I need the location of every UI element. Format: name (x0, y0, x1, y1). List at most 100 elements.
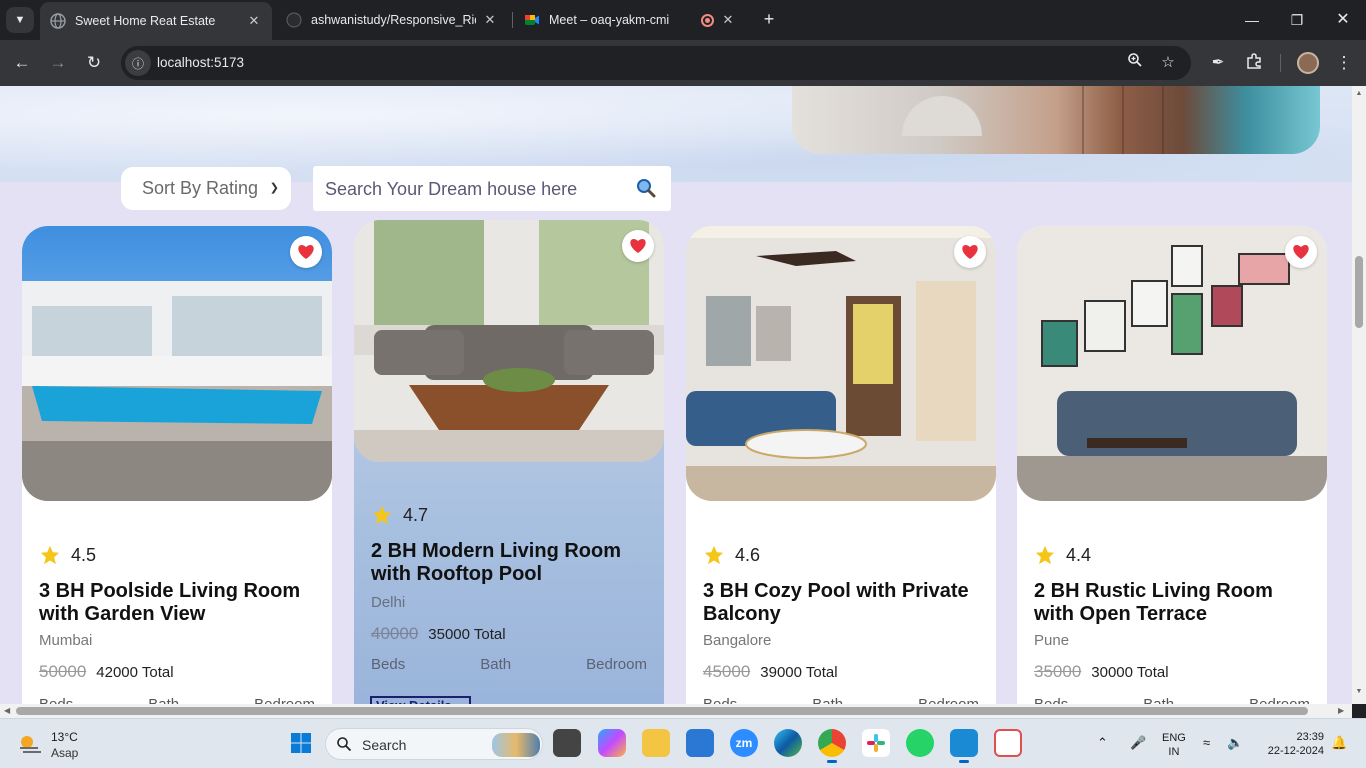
clock[interactable]: 23:39 22-12-2024 (1262, 730, 1324, 758)
favorite-button[interactable] (1285, 236, 1317, 268)
listing-city: Mumbai (39, 632, 93, 649)
scrollbar-thumb[interactable] (16, 707, 1308, 715)
feature-beds: Beds (703, 696, 737, 704)
tab-github[interactable]: ashwanistudy/Responsive_Ride ✕ (276, 0, 508, 40)
features-row: Beds Bath Bedroom (39, 696, 315, 704)
restore-button[interactable]: ❐ (1282, 8, 1312, 32)
feature-bedroom: Bedroom (586, 656, 647, 673)
back-icon[interactable]: ← (11, 52, 33, 74)
scroll-right-icon[interactable]: ▶ (1338, 706, 1344, 715)
rating-value: 4.7 (403, 504, 429, 525)
task-view-icon[interactable] (553, 729, 581, 757)
price-row: 50000 42000 Total (39, 662, 174, 682)
site-info-icon[interactable]: ⓘ (125, 50, 151, 76)
windows-start-icon[interactable] (287, 729, 315, 757)
url-text[interactable]: localhost:5173 (157, 55, 244, 70)
listing-city: Bangalore (703, 632, 772, 649)
notification-bell-icon[interactable]: 🔔 (1331, 735, 1347, 751)
chevron-up-icon[interactable]: ⌃ (1097, 735, 1108, 751)
rating-value: 4.6 (735, 544, 761, 565)
close-tab-icon[interactable]: ✕ (720, 12, 736, 28)
star-icon (372, 505, 392, 525)
bookmark-star-icon[interactable]: ☆ (1157, 52, 1179, 74)
new-tab-button[interactable]: + (758, 8, 780, 32)
favorite-button[interactable] (622, 230, 654, 262)
recording-icon (701, 13, 714, 27)
vscode-icon[interactable] (950, 729, 978, 763)
zoom-icon[interactable] (1124, 52, 1146, 74)
new-price: 39000 Total (760, 664, 838, 681)
search-icon[interactable] (635, 177, 657, 199)
scroll-left-icon[interactable]: ◀ (4, 706, 10, 715)
reload-icon[interactable]: ↻ (83, 52, 105, 74)
chrome-icon[interactable] (818, 729, 846, 763)
weather-icon[interactable] (18, 733, 44, 755)
close-window-button[interactable]: ✕ (1328, 8, 1358, 32)
hero-image (792, 86, 1320, 154)
file-explorer-icon[interactable] (642, 729, 670, 757)
language-indicator[interactable]: ENG IN (1162, 731, 1186, 759)
tab-search-button[interactable]: ▼ (6, 7, 34, 33)
tab-strip: ▼ Sweet Home Reat Estate ✕ ashwanistudy/… (0, 0, 1366, 40)
whatsapp-icon[interactable] (906, 729, 934, 757)
search-input[interactable]: Search Your Dream house here (313, 166, 671, 211)
slack-icon[interactable] (862, 729, 890, 757)
browser-toolbar: ← → ↻ ⓘ localhost:5173 ☆ ✒ ⋮ (0, 40, 1366, 86)
tab-separator (512, 12, 513, 28)
tab-sweet-home[interactable]: Sweet Home Reat Estate ✕ (40, 2, 272, 40)
microphone-icon[interactable]: 🎤 (1130, 735, 1146, 751)
listing-image[interactable] (354, 220, 664, 462)
scroll-down-icon[interactable]: ▼ (1355, 688, 1363, 695)
vertical-scrollbar[interactable]: ▲ ▼ (1352, 86, 1366, 704)
snipping-tool-icon[interactable] (994, 729, 1022, 757)
pen-icon[interactable]: ✒ (1207, 52, 1229, 74)
view-details-button[interactable]: View Details (370, 696, 471, 704)
feature-bath: Bath (148, 696, 179, 704)
feature-beds: Beds (371, 656, 406, 673)
close-tab-icon[interactable]: ✕ (482, 12, 498, 28)
meet-icon (524, 12, 540, 28)
listing-image[interactable] (686, 226, 996, 501)
extensions-icon[interactable] (1243, 52, 1265, 74)
listing-card[interactable]: 4.4 2 BH Rustic Living Room with Open Te… (1017, 226, 1327, 704)
close-tab-icon[interactable]: ✕ (246, 13, 262, 29)
chevron-down-icon: ❯ (269, 182, 279, 194)
scrollbar-thumb[interactable] (1355, 256, 1363, 328)
listing-title: 2 BH Modern Living Room with Rooftop Poo… (371, 540, 621, 585)
taskbar-search[interactable]: Search (325, 728, 543, 760)
star-icon (704, 545, 724, 565)
listing-card[interactable]: 4.6 3 BH Cozy Pool with Private Balcony … (686, 226, 996, 704)
features-row: Beds Bath Bedroom (371, 656, 647, 673)
horizontal-scrollbar[interactable]: ◀ ▶ (0, 704, 1352, 718)
volume-icon[interactable]: 🔈 (1227, 735, 1243, 751)
favorite-button[interactable] (954, 236, 986, 268)
heart-icon (298, 245, 314, 259)
price-row: 40000 35000 Total (371, 624, 506, 644)
forward-icon[interactable]: → (47, 52, 69, 74)
menu-kebab-icon[interactable]: ⋮ (1333, 52, 1355, 74)
listing-card[interactable]: 4.5 3 BH Poolside Living Room with Garde… (22, 226, 332, 704)
scroll-up-icon[interactable]: ▲ (1355, 90, 1363, 97)
favorite-button[interactable] (290, 236, 322, 268)
new-price: 30000 Total (1091, 664, 1169, 681)
store-icon[interactable] (686, 729, 714, 757)
listing-card[interactable]: 4.7 2 BH Modern Living Room with Rooftop… (354, 220, 664, 704)
edge-icon[interactable] (774, 729, 802, 757)
feature-bath: Bath (812, 696, 843, 704)
old-price: 45000 (703, 662, 751, 681)
feature-beds: Beds (1034, 696, 1068, 704)
search-icon (337, 737, 352, 752)
features-row: Beds Bath Bedroom (703, 696, 979, 704)
globe-icon (50, 13, 66, 29)
listing-image[interactable] (22, 226, 332, 501)
profile-avatar[interactable] (1297, 52, 1319, 74)
listing-image[interactable] (1017, 226, 1327, 501)
address-bar[interactable]: ⓘ localhost:5173 ☆ (121, 46, 1191, 80)
copilot-icon[interactable] (598, 729, 626, 757)
feature-bath: Bath (1143, 696, 1174, 704)
wifi-icon[interactable]: ≈ (1203, 735, 1210, 750)
minimize-button[interactable]: — (1237, 8, 1267, 32)
zoom-app-icon[interactable]: zm (730, 729, 758, 757)
sort-select[interactable]: Sort By Rating ❯ (121, 167, 291, 210)
tab-meet[interactable]: Meet – oaq-yakm-cmi ✕ (514, 0, 746, 40)
